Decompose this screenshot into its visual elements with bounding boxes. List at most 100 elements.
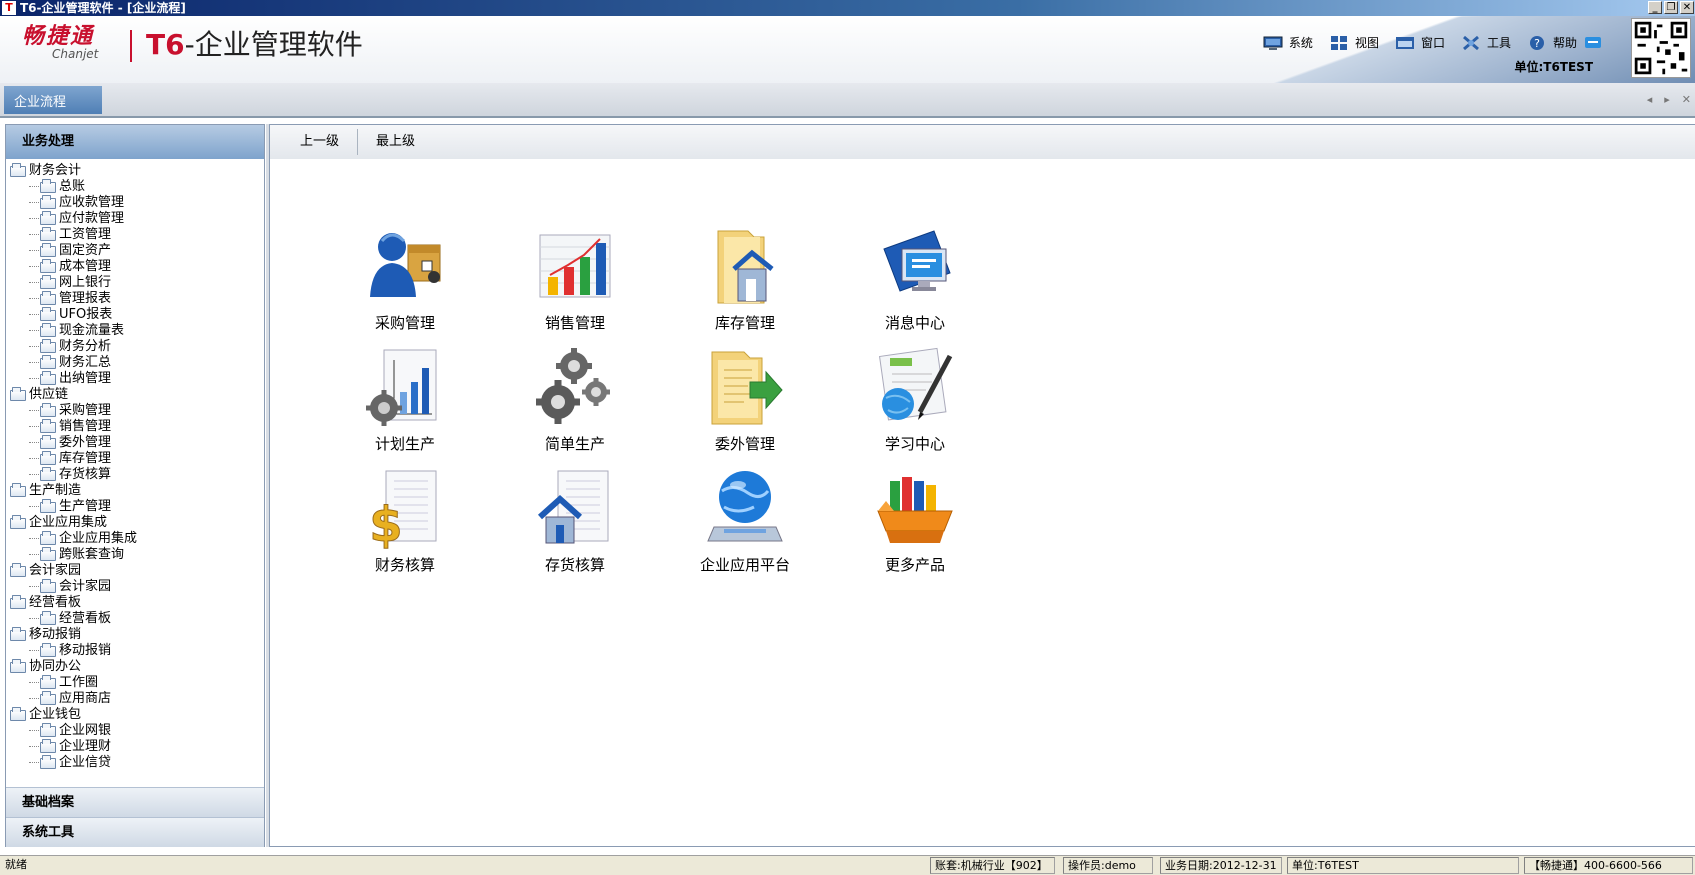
tree-item-label: 销售管理 (59, 419, 112, 434)
tree-group[interactable]: 会计家园 (10, 562, 264, 579)
tree-group-label: 移动报销 (29, 627, 82, 642)
tree-item[interactable]: 企业应用集成 (10, 530, 264, 547)
tile-inventory[interactable]: 库存管理 (660, 225, 830, 346)
tree-item[interactable]: 总账 (10, 178, 264, 195)
tab-prev-icon[interactable]: ◂ (1647, 93, 1653, 106)
tree-item[interactable]: 应收款管理 (10, 194, 264, 211)
tree-item[interactable]: 移动报销 (10, 642, 264, 659)
up-level-button[interactable]: 上一级 (290, 131, 357, 153)
sidebar-system-tools[interactable]: 系统工具 (6, 817, 264, 847)
tile-label: 存货核算 (544, 556, 605, 574)
tree-item[interactable]: 跨账套查询 (10, 546, 264, 563)
tree-item[interactable]: 库存管理 (10, 450, 264, 467)
tree-item[interactable]: 销售管理 (10, 418, 264, 435)
tile-enterprise-platform[interactable]: 企业应用平台 (660, 467, 830, 588)
product-box-icon (877, 477, 953, 543)
tree-item-label: 应收款管理 (59, 195, 125, 210)
tree-item-label: 经营看板 (59, 611, 112, 626)
tree-item[interactable]: UFO报表 (10, 306, 264, 323)
tree-item[interactable]: 出纳管理 (10, 370, 264, 387)
close-button[interactable]: ✕ (1680, 1, 1694, 14)
tile-simple-production[interactable]: 简单生产 (490, 346, 660, 467)
tile-outsource[interactable]: 委外管理 (660, 346, 830, 467)
globe-platform-icon (707, 471, 783, 542)
folder-icon (40, 402, 56, 417)
tree-group[interactable]: 移动报销 (10, 626, 264, 643)
tree-item[interactable]: 生产管理 (10, 498, 264, 515)
folder-icon (40, 610, 56, 625)
tile-finance-accounting[interactable]: $ 财务核算 (320, 467, 490, 588)
menu-system[interactable]: 系统 (1263, 34, 1313, 51)
menu-window-label: 窗口 (1420, 36, 1445, 50)
tree-item[interactable]: 财务汇总 (10, 354, 264, 371)
tree-item[interactable]: 应用商店 (10, 690, 264, 707)
product-prefix: T6 (146, 28, 185, 61)
folder-icon (10, 626, 26, 641)
tree-item[interactable]: 固定资产 (10, 242, 264, 259)
tile-plan-production[interactable]: 计划生产 (320, 346, 490, 467)
tab-next-icon[interactable]: ▸ (1664, 93, 1670, 106)
top-level-button[interactable]: 最上级 (366, 131, 433, 153)
tile-label: 委外管理 (714, 435, 775, 453)
tree-item[interactable]: 网上银行 (10, 274, 264, 291)
tree-item[interactable]: 成本管理 (10, 258, 264, 275)
tree-item-label: 存货核算 (59, 467, 112, 482)
tile-more-products[interactable]: 更多产品 (830, 467, 1000, 588)
tree-item[interactable]: 工作圈 (10, 674, 264, 691)
tree-item[interactable]: 现金流量表 (10, 322, 264, 339)
menu-help[interactable]: ? 帮助 (1527, 34, 1603, 51)
sidebar-header[interactable]: 业务处理 (6, 125, 264, 159)
tree-group[interactable]: 供应链 (10, 386, 264, 403)
tree-group[interactable]: 协同办公 (10, 658, 264, 675)
sidebar-basic-archives[interactable]: 基础档案 (6, 787, 264, 817)
plan-production-icon (366, 349, 437, 426)
tile-inventory-accounting[interactable]: 存货核算 (490, 467, 660, 588)
tree-group[interactable]: 财务会计 (10, 162, 264, 179)
tree-group[interactable]: 企业应用集成 (10, 514, 264, 531)
app-logo-icon: T (2, 1, 16, 15)
status-account: 账套:机械行业【902】 (930, 857, 1055, 874)
tree-item[interactable]: 采购管理 (10, 402, 264, 419)
window-title: T6-企业管理软件 - [企业流程] (20, 1, 186, 15)
folder-icon (40, 674, 56, 689)
tree-item[interactable]: 企业理财 (10, 738, 264, 755)
brand-name-cn: 畅捷通 (22, 24, 95, 49)
view-icon (1330, 35, 1347, 50)
tree-group[interactable]: 企业钱包 (10, 706, 264, 723)
qr-code-icon (1631, 18, 1691, 78)
restore-button[interactable]: ❐ (1664, 1, 1678, 14)
tree-item[interactable]: 会计家园 (10, 578, 264, 595)
tile-learning-center[interactable]: 学习中心 (830, 346, 1000, 467)
status-bar: 就绪 账套:机械行业【902】 操作员:demo 业务日期:2012-12-31… (0, 855, 1695, 875)
menu-help-label: 帮助 (1552, 36, 1577, 50)
tree-item[interactable]: 经营看板 (10, 610, 264, 627)
tile-label: 库存管理 (714, 314, 775, 332)
tree-group[interactable]: 生产制造 (10, 482, 264, 499)
toolbar-separator (357, 129, 359, 155)
menu-view[interactable]: 视图 (1329, 34, 1379, 51)
folder-icon (40, 642, 56, 657)
tile-sales[interactable]: 销售管理 (490, 225, 660, 346)
tab-close-icon[interactable]: ✕ (1682, 93, 1691, 106)
tree-item[interactable]: 委外管理 (10, 434, 264, 451)
tab-enterprise-flow[interactable]: 企业流程 (4, 86, 102, 114)
tree-item[interactable]: 应付款管理 (10, 210, 264, 227)
minimize-button[interactable]: _ (1648, 1, 1662, 14)
learning-globe-icon (878, 347, 953, 421)
tile-message-center[interactable]: 消息中心 (830, 225, 1000, 346)
tree-item[interactable]: 管理报表 (10, 290, 264, 307)
menu-window[interactable]: 窗口 (1395, 34, 1445, 51)
tree-item[interactable]: 存货核算 (10, 466, 264, 483)
tree-item[interactable]: 工资管理 (10, 226, 264, 243)
tree-item[interactable]: 财务分析 (10, 338, 264, 355)
status-operator: 操作员:demo (1063, 857, 1153, 874)
nav-toolbar: 上一级 最上级 (270, 125, 1695, 159)
tree-item[interactable]: 企业信贷 (10, 754, 264, 771)
document-tab-bar: 企业流程 ◂ ▸ ✕ (0, 83, 1695, 118)
menu-tools[interactable]: 工具 (1461, 34, 1511, 51)
tree-item[interactable]: 企业网银 (10, 722, 264, 739)
tile-purchase[interactable]: 采购管理 (320, 225, 490, 346)
folder-icon (40, 722, 56, 737)
tab-navigation: ◂ ▸ ✕ (1647, 93, 1691, 106)
tree-group[interactable]: 经营看板 (10, 594, 264, 611)
